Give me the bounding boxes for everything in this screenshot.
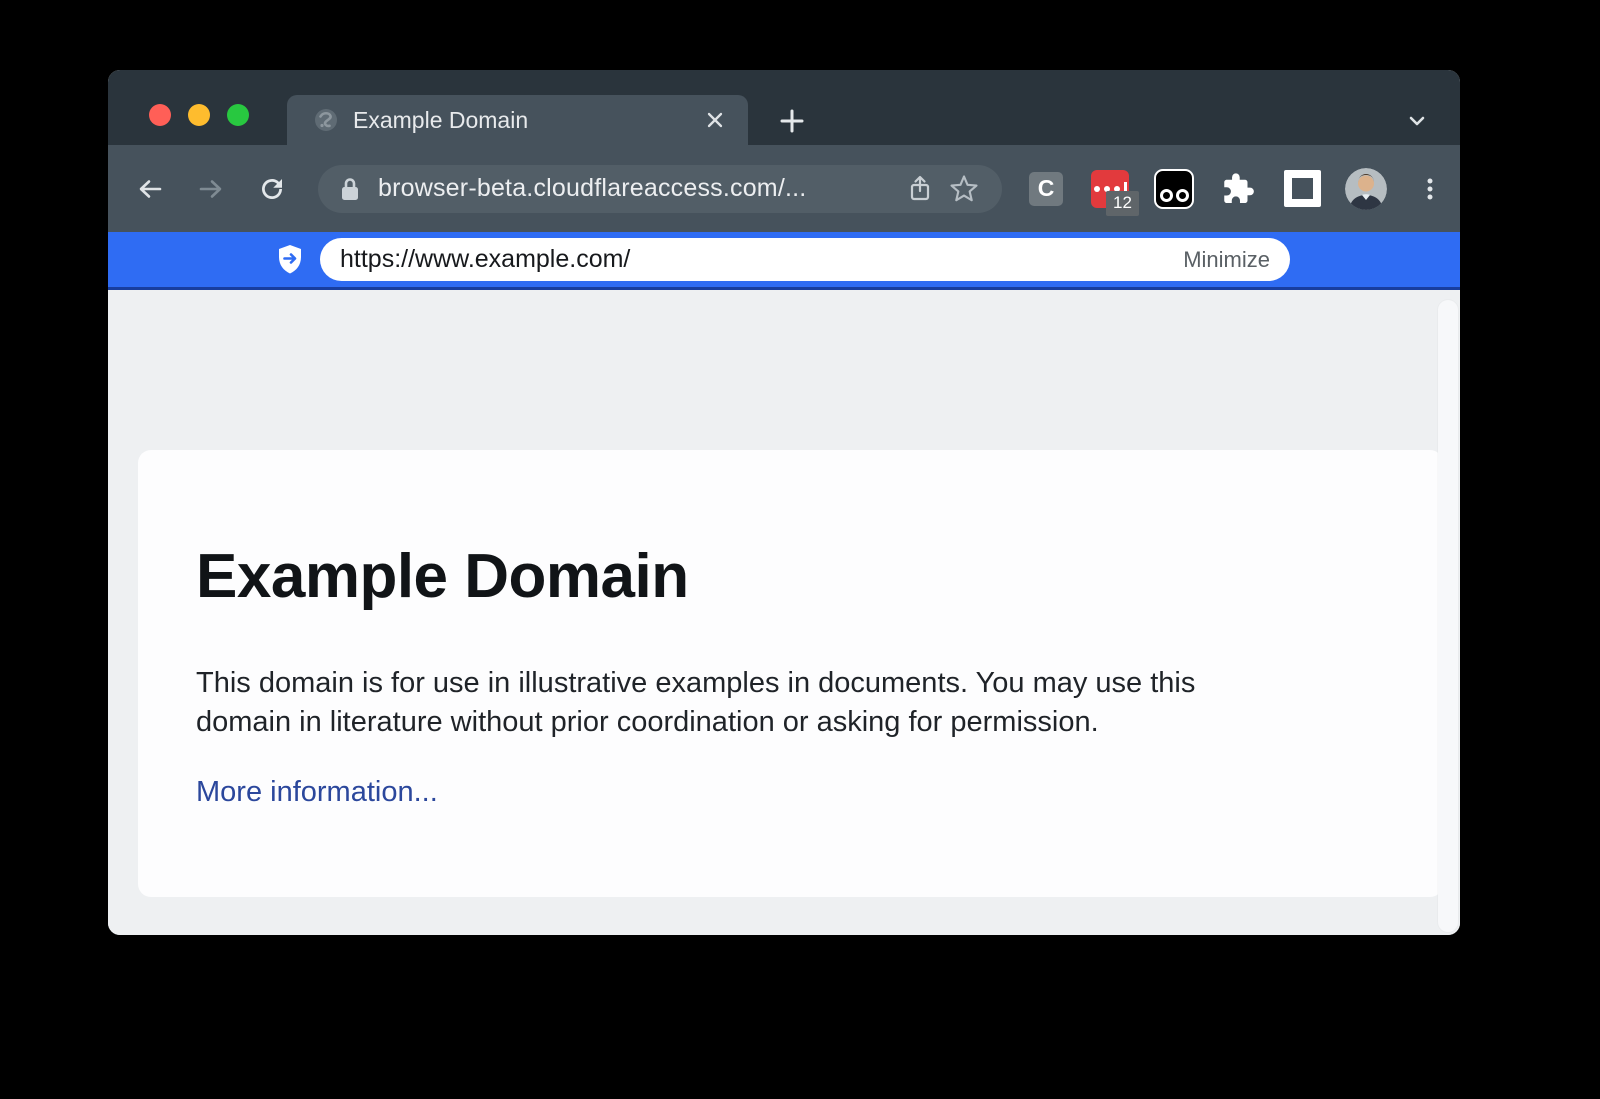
puzzle-icon (1221, 172, 1255, 206)
back-icon (134, 173, 166, 205)
omnibox-url[interactable]: browser-beta.cloudflareaccess.com/... (378, 174, 898, 203)
new-tab-button[interactable] (772, 101, 812, 141)
tab-search-button[interactable] (1397, 101, 1437, 141)
minimize-button[interactable]: Minimize (1183, 247, 1270, 273)
traffic-lights (149, 104, 249, 126)
avatar (1345, 168, 1387, 210)
tab-title: Example Domain (353, 107, 700, 134)
browser-toolbar: browser-beta.cloudflareaccess.com/... C (108, 145, 1460, 232)
noir-icon (1154, 169, 1194, 209)
isolation-url[interactable]: https://www.example.com/ (340, 245, 1183, 274)
tab-example-domain[interactable]: Example Domain (287, 95, 748, 145)
page-viewport: Example Domain This domain is for use in… (108, 290, 1460, 935)
more-information-link[interactable]: More information... (196, 776, 438, 809)
scrollbar[interactable] (1438, 300, 1458, 932)
share-button[interactable] (898, 167, 942, 211)
chevron-down-icon (1403, 107, 1431, 135)
close-window-button[interactable] (149, 104, 171, 126)
extensions-menu-button[interactable] (1218, 169, 1258, 209)
star-icon (949, 174, 979, 204)
forward-icon (195, 173, 227, 205)
example-domain-card: Example Domain This domain is for use in… (138, 450, 1443, 897)
back-button[interactable] (128, 167, 172, 211)
plus-icon (777, 106, 807, 136)
globe-favicon-icon (313, 107, 339, 133)
c-extension-button[interactable]: C (1026, 169, 1066, 209)
browser-menu-button[interactable] (1410, 169, 1450, 209)
noir-extension-button[interactable] (1154, 169, 1194, 209)
c-extension-icon: C (1029, 172, 1063, 206)
side-panel-icon (1284, 170, 1321, 207)
lastpass-extension-button[interactable]: 12 (1090, 169, 1130, 209)
bookmark-button[interactable] (942, 167, 986, 211)
kebab-menu-icon (1416, 175, 1444, 203)
tab-close-icon[interactable] (700, 105, 730, 135)
share-icon (906, 174, 934, 204)
lock-icon (338, 175, 362, 203)
shield-arrow-icon (274, 243, 306, 277)
extensions-row: C 12 (1026, 169, 1450, 209)
reload-button[interactable] (250, 167, 294, 211)
side-panel-button[interactable] (1282, 169, 1322, 209)
tab-strip: Example Domain (108, 70, 1460, 145)
address-bar[interactable]: browser-beta.cloudflareaccess.com/... (318, 165, 1002, 213)
profile-button[interactable] (1346, 169, 1386, 209)
page-paragraph: This domain is for use in illustrative e… (196, 664, 1293, 742)
isolation-url-bar[interactable]: https://www.example.com/ Minimize (320, 238, 1290, 281)
reload-icon (257, 174, 287, 204)
zoom-window-button[interactable] (227, 104, 249, 126)
page-title: Example Domain (196, 546, 1293, 608)
browser-window: Example Domain (108, 70, 1460, 935)
extension-badge: 12 (1106, 191, 1139, 216)
minimize-window-button[interactable] (188, 104, 210, 126)
isolation-bar: https://www.example.com/ Minimize (108, 232, 1460, 290)
forward-button[interactable] (189, 167, 233, 211)
